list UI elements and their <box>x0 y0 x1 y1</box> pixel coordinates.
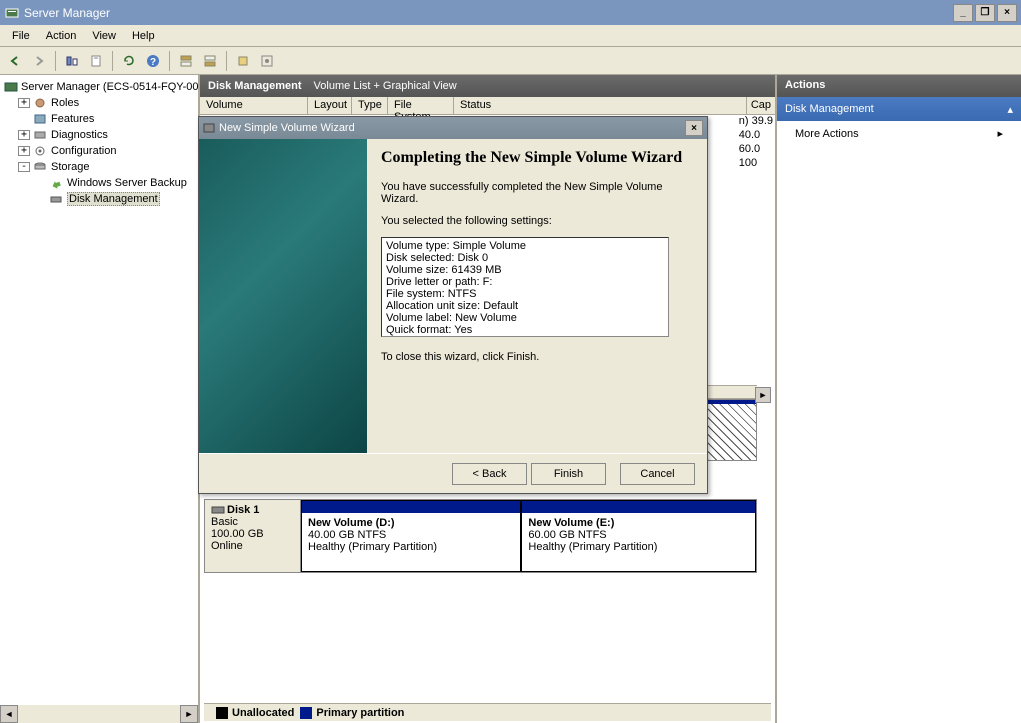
options-button[interactable] <box>256 50 278 72</box>
settings-button[interactable] <box>232 50 254 72</box>
properties-button[interactable] <box>85 50 107 72</box>
chevron-right-icon: ▸ <box>997 127 1003 140</box>
svg-text:?: ? <box>150 57 156 68</box>
tree-windows-server-backup[interactable]: Windows Server Backup <box>2 175 196 191</box>
actions-more[interactable]: More Actions ▸ <box>777 121 1021 146</box>
wizard-titlebar[interactable]: New Simple Volume Wizard × <box>199 117 707 139</box>
expand-icon[interactable]: + <box>18 146 30 156</box>
wizard-settings-list[interactable]: Volume type: Simple Volume Disk selected… <box>381 237 669 337</box>
menu-help[interactable]: Help <box>124 28 163 44</box>
toolbar: ? <box>0 47 1021 75</box>
collapse-icon: ▴ <box>1007 103 1013 116</box>
wizard-sidebar-graphic <box>199 139 367 453</box>
legend-primary-swatch <box>300 707 312 719</box>
menu-action[interactable]: Action <box>38 28 85 44</box>
tree-scrollbar[interactable]: ◄► <box>0 705 198 723</box>
capacity-values: n) 39.9 40.0 60.0 100 <box>739 115 775 171</box>
expand-icon[interactable]: + <box>18 130 30 140</box>
partition-e[interactable]: New Volume (E:) 60.00 GB NTFS Healthy (P… <box>521 500 756 572</box>
wizard-close-button[interactable]: × <box>685 120 703 136</box>
wizard-finish-button[interactable]: Finish <box>531 463 606 485</box>
col-status[interactable]: Status <box>454 97 775 114</box>
wizard-content: Completing the New Simple Volume Wizard … <box>367 139 707 453</box>
actions-pane: Actions Disk Management ▴ More Actions ▸ <box>775 75 1021 723</box>
refresh-button[interactable] <box>118 50 140 72</box>
tree-disk-management[interactable]: Disk Management <box>2 191 196 207</box>
wizard-buttons: < Back Finish Cancel <box>199 453 707 493</box>
tree-diagnostics[interactable]: +Diagnostics <box>2 127 196 143</box>
wizard-heading: Completing the New Simple Volume Wizard <box>381 149 693 167</box>
col-layout[interactable]: Layout <box>308 97 352 114</box>
expand-icon[interactable]: + <box>18 98 30 108</box>
actions-disk-management[interactable]: Disk Management ▴ <box>777 97 1021 121</box>
partition-d[interactable]: New Volume (D:) 40.00 GB NTFS Healthy (P… <box>301 500 521 572</box>
forward-button[interactable] <box>28 50 50 72</box>
legend: Unallocated Primary partition <box>204 703 771 721</box>
navigation-tree: Server Manager (ECS-0514-FQY-00 +Roles F… <box>0 75 200 723</box>
view-bottom-button[interactable] <box>199 50 221 72</box>
volume-list-header: Volume Layout Type File System Status <box>200 97 775 115</box>
tree-roles[interactable]: +Roles <box>2 95 196 111</box>
menu-file[interactable]: File <box>4 28 38 44</box>
col-capacity[interactable]: Cap <box>746 97 775 115</box>
window-title: Server Manager <box>24 6 110 20</box>
wizard-cancel-button[interactable]: Cancel <box>620 463 695 485</box>
view-top-button[interactable] <box>175 50 197 72</box>
tree-root[interactable]: Server Manager (ECS-0514-FQY-00 <box>2 79 196 95</box>
graphical-scroll-right[interactable]: ► <box>755 387 771 403</box>
show-hide-button[interactable] <box>61 50 83 72</box>
help-button[interactable]: ? <box>142 50 164 72</box>
window-titlebar: Server Manager _ ❐ × <box>0 0 1021 25</box>
legend-unallocated-swatch <box>216 707 228 719</box>
disk1-row[interactable]: Disk 1 Basic 100.00 GB Online New Volume… <box>204 499 757 573</box>
close-button[interactable]: × <box>997 4 1017 22</box>
col-fs[interactable]: File System <box>388 97 454 114</box>
back-button[interactable] <box>4 50 26 72</box>
app-icon <box>4 5 20 21</box>
tree-storage[interactable]: -Storage <box>2 159 196 175</box>
disk1-info: Disk 1 Basic 100.00 GB Online <box>205 500 301 572</box>
content-header: Disk Management Volume List + Graphical … <box>200 75 775 97</box>
actions-header: Actions <box>777 75 1021 97</box>
new-simple-volume-wizard: New Simple Volume Wizard × Completing th… <box>198 116 708 494</box>
collapse-icon[interactable]: - <box>18 162 30 172</box>
wizard-back-button[interactable]: < Back <box>452 463 527 485</box>
menu-view[interactable]: View <box>84 28 124 44</box>
tree-features[interactable]: Features <box>2 111 196 127</box>
tree-configuration[interactable]: +Configuration <box>2 143 196 159</box>
minimize-button[interactable]: _ <box>953 4 973 22</box>
menu-bar: File Action View Help <box>0 25 1021 47</box>
col-volume[interactable]: Volume <box>200 97 308 114</box>
col-type[interactable]: Type <box>352 97 388 114</box>
maximize-button[interactable]: ❐ <box>975 4 995 22</box>
